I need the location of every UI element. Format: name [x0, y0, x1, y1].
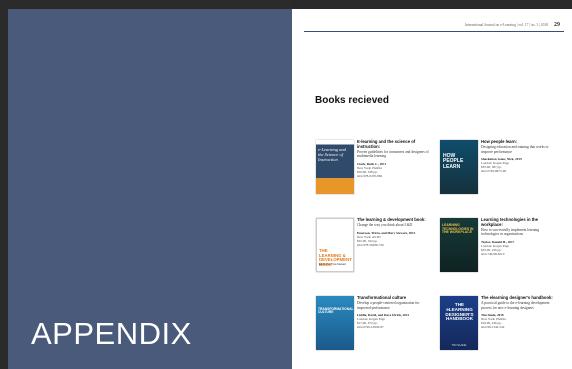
header-rule [304, 31, 564, 32]
book-cover-authors: Emerson, Trica Stewart [319, 263, 346, 266]
left-panel: APPENDIX [0, 0, 292, 369]
book-title: Transformational culture [357, 295, 407, 300]
book-entry: THE LEARNING & DEVELOPMENT BOOK Emerson,… [316, 217, 429, 272]
running-head: International Journal on e-Learning | vo… [465, 22, 560, 28]
book-isbn: isbn 0749-8675-96 [481, 169, 507, 174]
book-subtitle: A practical guide to the e-learning deve… [481, 301, 550, 310]
book-entry: LEARNING TECHNOLOGIES IN THE WORKPLACE L… [440, 217, 553, 272]
book-entry: HOW PEOPLE LEARN How people learn: Desig… [440, 139, 553, 194]
book-subtitle: Change the way you think about L&D [357, 223, 413, 228]
book-cover-image: THE LEARNING & DEVELOPMENT BOOK Emerson,… [316, 218, 354, 272]
book-cover-title: THE eLEARNING DESIGNER'S HANDBOOK [445, 302, 474, 322]
book-isbn: isbn 978-0470-869 [357, 174, 383, 179]
book-info: Learning technologies in the workplace: … [481, 217, 553, 272]
book-title: E-learning and the science of instructio… [357, 139, 416, 149]
book-isbn: isbn 978-56286-726 [357, 242, 384, 247]
appendix-slab [8, 9, 292, 369]
book-entry: THE eLEARNING DESIGNER'S HANDBOOK TIM SL… [440, 295, 553, 350]
book-info: Transformational culture Develop a peopl… [357, 295, 429, 350]
book-subtitle: How to successfully implement learning t… [481, 228, 540, 237]
page-number: 29 [554, 22, 560, 28]
book-subtitle: Proven guidelines for consumers and desi… [357, 150, 429, 159]
book-entry: e-Learning and the Science of Instructio… [316, 139, 429, 194]
book-entry: TRANSFORMATIONAL CULTURE Transformationa… [316, 295, 429, 350]
document-page: International Journal on e-Learning | vo… [292, 9, 572, 369]
book-title: How people learn: [481, 139, 518, 144]
book-title: The learning & development book: [357, 217, 426, 222]
journal-citation: International Journal on e-Learning | vo… [464, 23, 548, 27]
book-cover-image: THE eLEARNING DESIGNER'S HANDBOOK TIM SL… [440, 296, 478, 350]
book-subtitle: Develop a people-centered organization f… [357, 301, 420, 310]
book-cover-image: e-Learning and the Science of Instructio… [316, 140, 354, 194]
book-cover-title: LEARNING TECHNOLOGIES IN THE WORKPLACE [442, 223, 474, 235]
book-meta: Taylor, Donald H., 2017 London: Kogan Pa… [481, 240, 553, 256]
book-info: The learning & development book: Change … [357, 217, 429, 272]
book-isbn: isbn 98-1342-542 [481, 325, 505, 330]
book-isbn: isbn 0749-10929-87 [357, 325, 384, 330]
book-info: E-learning and the science of instructio… [357, 139, 429, 194]
book-meta: Tim Slade, 2018 New York: Pfeiffer $16.9… [481, 313, 553, 329]
book-meta: Emerson, Tricia, and Mary Stewart, 2013 … [357, 231, 429, 247]
section-title: Books recieved [315, 95, 389, 106]
book-cover-title: HOW PEOPLE LEARN [443, 153, 464, 170]
book-meta: Clark, Ruth C., 2011 New York: Pfeiffer … [357, 162, 429, 178]
book-meta: Liddle, David, and Dave Ulrich, 2021 Lon… [357, 313, 429, 329]
book-subtitle: Designing education and training that wo… [481, 145, 549, 154]
book-cover-image: LEARNING TECHNOLOGIES IN THE WORKPLACE [440, 218, 478, 272]
book-meta: Shackleton Jones, Nick, 2019 London: Kog… [481, 157, 553, 173]
book-cover-image: TRANSFORMATIONAL CULTURE [316, 296, 354, 350]
book-info: How people learn: Designing education an… [481, 139, 553, 194]
book-info: The elearning designer's handbook: A pra… [481, 295, 553, 350]
book-cover-title: e-Learning and the Science of Instructio… [318, 147, 346, 162]
book-isbn: isbn 749-98-8210 [481, 252, 505, 257]
book-cover-image: HOW PEOPLE LEARN [440, 140, 478, 194]
book-cover-authors: TIM SLADE [451, 343, 467, 347]
book-cover-title: TRANSFORMATIONAL CULTURE [318, 307, 354, 315]
book-title: The elearning designer's handbook: [481, 295, 553, 300]
appendix-label: APPENDIX [31, 316, 192, 351]
book-title: Learning technologies in the workplace: [481, 217, 539, 227]
